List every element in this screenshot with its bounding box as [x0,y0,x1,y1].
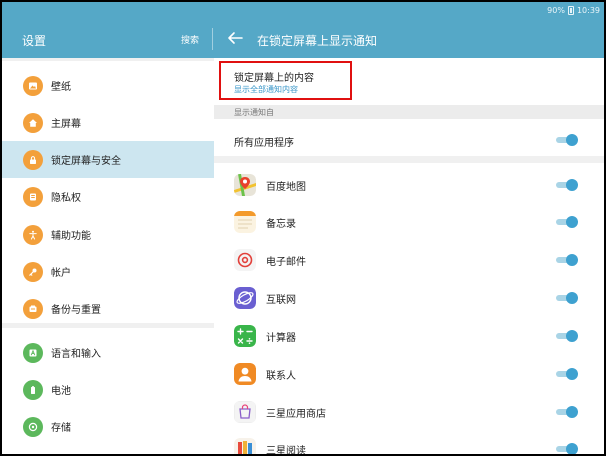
app-label: 联系人 [266,371,296,382]
search-button[interactable]: 搜索 [181,33,199,46]
galaxy-apps-icon [234,401,256,423]
lock-content-card: 锁定屏幕上的内容 显示全部通知内容 显示通知自 所有应用程序 [214,58,604,156]
settings-menu: 壁纸 主屏幕 锁定屏幕与安全 隐私权 辅助功能 帐户 备份与重置 语言和输入 电… [2,58,214,454]
app-row-calculator[interactable]: 计算器 [214,317,604,354]
sidebar-item-label: 壁纸 [51,82,71,93]
language-icon [23,342,43,363]
home-icon [23,112,43,133]
app-toggle[interactable] [556,330,578,342]
sidebar-item-label: 帐户 [51,268,71,279]
sidebar-item-wallpaper[interactable]: 壁纸 [2,67,214,104]
status-right: 90% 10:39 [547,6,600,15]
wallpaper-icon [23,75,43,96]
app-toggle[interactable] [556,368,578,380]
app-label: 备忘录 [266,219,296,230]
all-apps-label: 所有应用程序 [234,138,294,149]
sidebar-item-privacy[interactable]: 隐私权 [2,178,214,215]
app-row-galaxy-apps[interactable]: 三星应用商店 [214,393,604,430]
app-bar: 设置 搜索 在锁定屏幕上显示通知 [2,20,604,58]
menu-group-2: 语言和输入 电池 存储 [2,328,214,454]
battery-percent: 90% [547,6,565,15]
sidebar-item-home-screen[interactable]: 主屏幕 [2,104,214,141]
app-row-contacts[interactable]: 联系人 [214,355,604,392]
screen: 90% 10:39 设置 搜索 在锁定屏幕上显示通知 壁纸 主屏幕 锁定屏幕与安… [2,2,604,454]
sidebar-item-accounts[interactable]: 帐户 [2,253,214,290]
contacts-icon [234,363,256,385]
app-row-samsung-books[interactable]: 三星阅读 [214,430,604,454]
app-label: 互联网 [266,295,296,306]
lock-icon [23,149,43,170]
sidebar-item-accessibility[interactable]: 辅助功能 [2,216,214,253]
app-toggle[interactable] [556,406,578,418]
internet-icon [234,287,256,309]
storage-icon [23,416,43,437]
memo-icon [234,211,256,233]
sidebar-item-label: 存储 [51,423,71,434]
sidebar-item-label: 辅助功能 [51,231,91,242]
app-row-internet[interactable]: 互联网 [214,279,604,316]
app-label: 三星应用商店 [266,409,326,420]
sidebar-item-label: 锁定屏幕与安全 [51,156,121,167]
menu-group-1: 壁纸 主屏幕 锁定屏幕与安全 隐私权 辅助功能 帐户 备份与重置 [2,61,214,323]
app-label: 百度地图 [266,182,306,193]
section-header: 显示通知自 [214,105,604,119]
app-label: 电子邮件 [266,257,306,268]
key-icon [23,261,43,282]
app-list: 百度地图 备忘录 电子邮件 互联网 计算器 联系人 三星应用商店 三星阅读 [214,163,604,454]
sidebar-item-storage[interactable]: 存储 [2,408,214,445]
app-row-baidu-map[interactable]: 百度地图 [214,166,604,203]
samsung-books-icon [234,438,256,454]
sidebar-item-label: 语言和输入 [51,349,101,360]
app-toggle[interactable] [556,443,578,454]
sidebar-item-label: 备份与重置 [51,305,101,316]
email-icon [234,249,256,271]
baidu-map-icon [234,174,256,196]
status-bar: 90% 10:39 [2,2,604,20]
back-arrow-icon[interactable] [226,30,244,46]
app-toggle[interactable] [556,254,578,266]
all-apps-row[interactable]: 所有应用程序 [214,121,604,158]
sidebar-item-backup-reset[interactable]: 备份与重置 [2,290,214,327]
app-toggle[interactable] [556,179,578,191]
clock: 10:39 [576,6,600,15]
accessibility-icon [23,224,43,245]
app-toggle[interactable] [556,292,578,304]
sidebar-item-label: 主屏幕 [51,119,81,130]
divider [212,28,213,50]
settings-title: 设置 [22,34,47,48]
sidebar-item-language-input[interactable]: 语言和输入 [2,334,214,371]
highlight-box [219,61,352,100]
app-label: 计算器 [266,333,296,344]
sidebar-item-battery[interactable]: 电池 [2,371,214,408]
app-toggle[interactable] [556,216,578,228]
backup-icon [23,298,43,319]
sidebar-item-label: 电池 [51,386,71,397]
notification-settings: 锁定屏幕上的内容 显示全部通知内容 显示通知自 所有应用程序 百度地图 备忘录 … [214,58,604,454]
sidebar-item-lock-screen-security[interactable]: 锁定屏幕与安全 [2,141,214,178]
all-apps-toggle[interactable] [556,134,578,146]
calculator-icon [234,325,256,347]
section-header-label: 显示通知自 [234,108,274,117]
battery-icon [23,379,43,400]
sidebar-item-label: 隐私权 [51,193,81,204]
page-title: 在锁定屏幕上显示通知 [257,34,378,48]
app-label: 三星阅读 [266,446,306,454]
battery-icon [567,6,574,15]
privacy-icon [23,186,43,207]
app-row-email[interactable]: 电子邮件 [214,241,604,278]
app-row-memo[interactable]: 备忘录 [214,203,604,240]
